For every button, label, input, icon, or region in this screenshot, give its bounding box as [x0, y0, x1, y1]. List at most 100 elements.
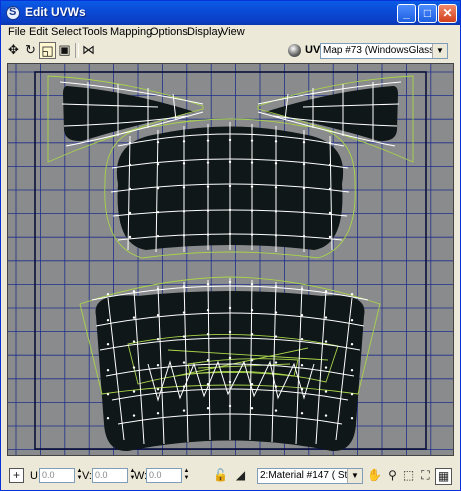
- uv-vertex: [206, 185, 210, 188]
- menu-view[interactable]: View: [221, 26, 245, 38]
- material-select[interactable]: 2:Material #147 ( Sta ▼: [257, 468, 363, 484]
- uv-vertex: [302, 163, 306, 166]
- menu-select[interactable]: Select: [51, 26, 82, 38]
- show-map-icon[interactable]: [288, 44, 301, 57]
- toolbar-separator: [75, 43, 79, 58]
- uv-vertex: [128, 211, 132, 215]
- uv-vertex: [156, 210, 160, 214]
- uv-vertex: [274, 361, 278, 364]
- window-title: Edit UVWs: [25, 5, 86, 19]
- uv-vertex: [302, 141, 306, 144]
- minimize-button[interactable]: _: [397, 4, 416, 23]
- uv-vertex: [156, 140, 160, 144]
- mirror-icon[interactable]: ⋈: [80, 42, 97, 59]
- maximize-button[interactable]: □: [418, 4, 437, 23]
- uv-vertex: [274, 162, 278, 165]
- uv-vertex: [328, 235, 332, 239]
- uv-vertex: [328, 211, 332, 215]
- uv-vertex: [274, 140, 278, 143]
- uv-editor-canvas[interactable]: [8, 64, 453, 455]
- uv-vertex: [228, 208, 232, 212]
- uv-vertex: [350, 293, 354, 296]
- uv-vertex: [250, 185, 254, 188]
- texture-toggle-icon[interactable]: ▦: [435, 468, 452, 485]
- uv-vertex: [206, 283, 210, 286]
- v-field[interactable]: 0.0: [92, 468, 128, 483]
- uv-vertex: [128, 141, 132, 145]
- uv-vertex: [328, 187, 332, 191]
- uv-vertex: [132, 290, 136, 293]
- uv-vertex: [206, 139, 210, 142]
- edit-uvws-window: Edit UVWs _ □ ✕ File Edit Select Tools M…: [0, 0, 461, 491]
- uv-vertex: [350, 393, 354, 396]
- uv-vertex: [182, 335, 186, 338]
- uv-vertex: [250, 333, 254, 336]
- uv-vertex: [274, 311, 278, 314]
- uv-vertex: [228, 306, 232, 310]
- uv-vertex: [350, 369, 354, 372]
- uv-vertex: [206, 333, 210, 336]
- w-field[interactable]: 0.0: [146, 468, 182, 483]
- menu-options[interactable]: Options: [150, 26, 188, 38]
- uv-vertex: [250, 283, 254, 286]
- uv-vertex: [182, 210, 186, 213]
- uv-vertex: [274, 186, 278, 189]
- uv-vertex: [182, 186, 186, 189]
- uv-label[interactable]: UV: [305, 44, 320, 56]
- menu-file[interactable]: File: [8, 26, 26, 38]
- uv-vertex: [324, 316, 328, 319]
- uv-vertex: [250, 209, 254, 212]
- u-field[interactable]: 0.0: [39, 468, 75, 483]
- uv-vertex: [324, 414, 328, 417]
- menu-mapping[interactable]: Mapping: [110, 26, 152, 38]
- uv-vertex: [228, 404, 232, 408]
- move-icon[interactable]: ✥: [5, 42, 22, 59]
- uv-vertex: [182, 409, 186, 412]
- uv-vertex: [250, 161, 254, 164]
- uv-vertex: [156, 288, 160, 291]
- uv-vertex: [228, 160, 232, 164]
- uv-viewport[interactable]: [7, 63, 454, 456]
- zoom-extents-icon[interactable]: ⛶: [418, 468, 433, 483]
- scale-icon[interactable]: ◱: [39, 42, 56, 59]
- uv-vertex: [106, 319, 110, 322]
- freeform-icon[interactable]: ▣: [56, 42, 73, 59]
- uv-vertex: [206, 309, 210, 312]
- chevron-down-icon[interactable]: ▼: [347, 469, 362, 483]
- uv-vertex: [300, 314, 304, 317]
- uv-vertex: [274, 335, 278, 338]
- uv-vertex: [274, 285, 278, 288]
- uv-vertex: [300, 338, 304, 341]
- uv-vertex: [106, 343, 110, 346]
- lock-icon[interactable]: 🔓: [213, 468, 228, 483]
- rotate-icon[interactable]: ↻: [22, 42, 39, 59]
- menu-edit[interactable]: Edit: [29, 26, 48, 38]
- uv-vertex: [182, 162, 186, 165]
- uv-vertex: [132, 414, 136, 417]
- close-button[interactable]: ✕: [438, 4, 457, 23]
- absolute-offset-toggle-icon[interactable]: +: [9, 468, 24, 483]
- filter-icon[interactable]: ◢: [233, 468, 248, 483]
- uv-vertex: [250, 233, 254, 236]
- uv-vertex: [350, 417, 354, 420]
- uv-vertex: [206, 407, 210, 410]
- material-select-value: 2:Material #147 ( Sta: [260, 470, 353, 481]
- pan-hand-icon[interactable]: ✋: [367, 468, 382, 483]
- app-icon: [6, 6, 20, 20]
- chevron-down-icon[interactable]: ▼: [432, 44, 447, 58]
- uv-vertex: [250, 139, 254, 142]
- zoom-region-icon[interactable]: ⬚: [401, 468, 416, 483]
- uv-vertex: [350, 343, 354, 346]
- uv-vertex: [324, 340, 328, 343]
- menu-tools[interactable]: Tools: [82, 26, 108, 38]
- title-bar[interactable]: Edit UVWs _ □ ✕: [1, 1, 460, 25]
- uv-vertex: [300, 364, 304, 367]
- zoom-icon[interactable]: ⚲: [385, 468, 400, 483]
- menu-display[interactable]: Display: [187, 26, 223, 38]
- uv-vertex: [350, 319, 354, 322]
- w-spinner-icon[interactable]: ▲ ▼: [182, 468, 191, 483]
- uv-vertex: [228, 138, 232, 142]
- uv-vertex: [300, 412, 304, 415]
- map-select[interactable]: Map #73 (WindowsGlass.jp ▼: [320, 43, 448, 59]
- uv-vertex: [300, 388, 304, 391]
